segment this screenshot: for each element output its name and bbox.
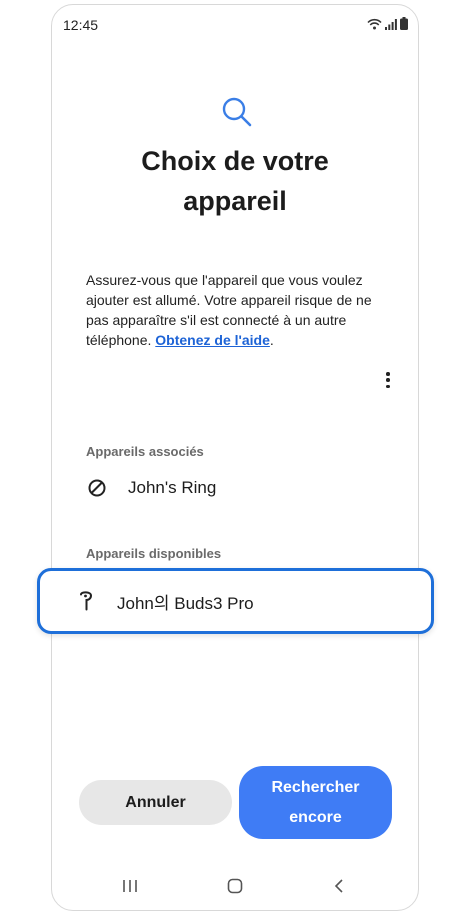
- help-link[interactable]: Obtenez de l'aide: [155, 332, 270, 348]
- cancel-button[interactable]: Annuler: [79, 780, 232, 825]
- search-again-button[interactable]: Rechercher encore: [239, 766, 392, 839]
- search-icon: [220, 95, 254, 129]
- navigation-bar: [51, 868, 419, 904]
- earbud-icon: [75, 590, 97, 612]
- description-suffix: .: [269, 332, 274, 348]
- available-devices-header: Appareils disponibles: [86, 546, 222, 561]
- paired-devices-header: Appareils associés: [86, 444, 204, 459]
- wifi-icon: [367, 17, 382, 35]
- battery-icon: [400, 17, 408, 35]
- device-row-buds[interactable]: John의 Buds3 Pro: [37, 568, 434, 634]
- status-bar: 12:45: [52, 5, 418, 45]
- page-title: Choix de votre appareil: [141, 146, 329, 216]
- home-icon[interactable]: [223, 874, 247, 898]
- device-label: John의 Buds3 Pro: [117, 593, 254, 613]
- signal-icon: [385, 17, 397, 35]
- more-options-button[interactable]: [378, 369, 398, 391]
- back-icon[interactable]: [327, 874, 351, 898]
- device-label: John's Ring: [128, 478, 217, 497]
- status-icons: [367, 17, 408, 35]
- device-row-ring[interactable]: John's Ring: [82, 468, 402, 508]
- more-vert-icon: [386, 372, 390, 376]
- recent-apps-icon[interactable]: [118, 874, 142, 898]
- description-text: Assurez-vous que l'appareil que vous vou…: [86, 270, 386, 350]
- ring-icon: [86, 477, 108, 499]
- status-time: 12:45: [63, 17, 99, 33]
